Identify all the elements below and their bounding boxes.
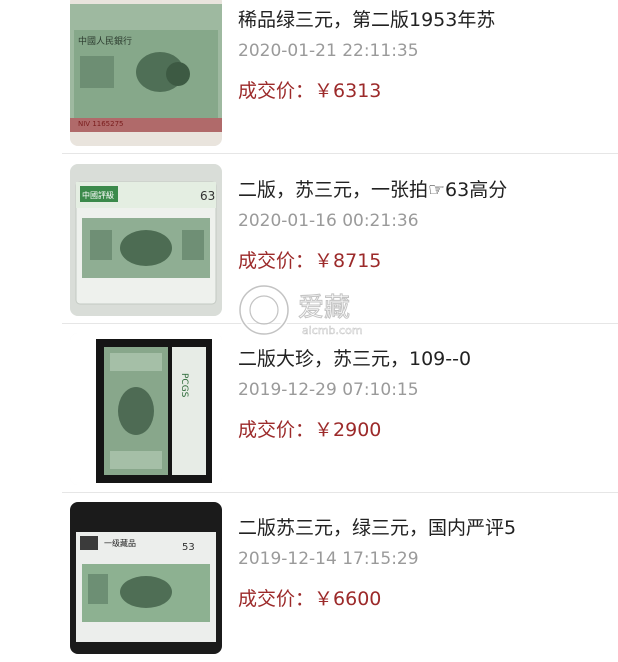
listing-price: 成交价：￥8715	[238, 246, 381, 273]
svg-text:一级藏品: 一级藏品	[104, 538, 136, 548]
list-item[interactable]: PCGS 二版大珍，苏三元，109--0 2019-12-29 07:10:15…	[62, 325, 618, 493]
price-label: 成交价：	[238, 250, 315, 272]
watermark-text: 爱藏	[298, 293, 350, 323]
svg-text:PCGS: PCGS	[179, 373, 189, 398]
listing-title[interactable]: 二版，苏三元，一张拍☞63高分	[238, 175, 507, 202]
listing-title[interactable]: 二版苏三元，绿三元，国内严评5	[238, 513, 516, 540]
watermark-logo: 爱藏 aicmb.com	[236, 282, 386, 340]
price-value: ￥6313	[314, 80, 382, 102]
price-label: 成交价：	[238, 588, 315, 610]
graded-banknote-photo-icon[interactable]: 一级藏品 53	[70, 502, 222, 654]
separator	[62, 153, 618, 154]
svg-text:中國評級: 中國評級	[82, 190, 114, 200]
listing-time: 2020-01-21 22:11:35	[238, 41, 419, 61]
listing-title[interactable]: 稀品绿三元，第二版1953年苏	[238, 5, 495, 32]
watermark-seal-icon: 爱藏 aicmb.com	[237, 283, 363, 337]
price-value: ￥2900	[314, 419, 382, 441]
svg-text:中國人民銀行: 中國人民銀行	[78, 35, 132, 47]
listing-price: 成交价：￥6600	[238, 584, 381, 611]
listing-time: 2019-12-14 17:15:29	[238, 549, 419, 569]
listing-price: 成交价：￥2900	[238, 415, 381, 442]
price-label: 成交价：	[238, 80, 315, 102]
svg-text:63: 63	[200, 189, 215, 203]
listing-time: 2019-12-29 07:10:15	[238, 380, 419, 400]
list-item[interactable]: 中國人民銀行 NIV 1165275 稀品绿三元，第二版1953年苏 2020-…	[62, 0, 618, 154]
svg-text:53: 53	[182, 542, 195, 553]
watermark-url: aicmb.com	[302, 324, 363, 337]
listing-list: 中國人民銀行 NIV 1165275 稀品绿三元，第二版1953年苏 2020-…	[0, 0, 618, 654]
listing-time: 2020-01-16 00:21:36	[238, 211, 419, 231]
separator	[62, 492, 618, 493]
listing-title[interactable]: 二版大珍，苏三元，109--0	[238, 344, 471, 371]
listing-price: 成交价：￥6313	[238, 76, 381, 103]
slabbed-banknote-photo-icon[interactable]: PCGS	[70, 333, 222, 485]
price-value: ￥8715	[314, 250, 382, 272]
price-value: ￥6600	[314, 588, 382, 610]
banknote-photo-icon[interactable]: 中國人民銀行 NIV 1165275	[70, 0, 222, 146]
graded-banknote-photo-icon[interactable]: 中國評級 63	[70, 164, 222, 316]
svg-text:NIV 1165275: NIV 1165275	[78, 120, 124, 128]
list-item[interactable]: 一级藏品 53 二版苏三元，绿三元，国内严评5 2019-12-14 17:15…	[62, 494, 618, 662]
price-label: 成交价：	[238, 419, 315, 441]
